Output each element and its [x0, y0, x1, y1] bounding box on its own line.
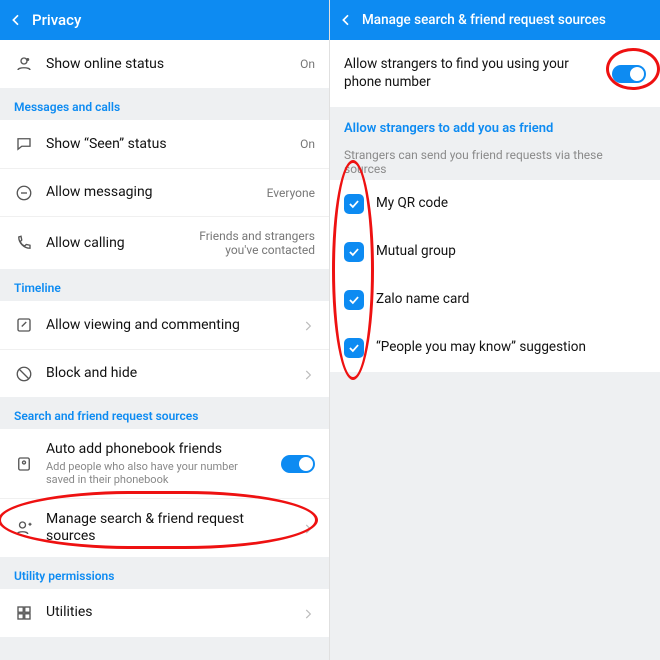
row-utilities[interactable]: Utilities — [0, 589, 329, 637]
manage-sources-panel: Manage search & friend request sources A… — [330, 0, 660, 660]
back-icon[interactable] — [8, 12, 24, 28]
chat-icon — [14, 134, 34, 154]
chevron-right-icon — [301, 521, 315, 535]
contacts-icon — [14, 454, 34, 474]
row-block-hide[interactable]: Block and hide — [0, 349, 329, 397]
source-label: My QR code — [376, 195, 646, 213]
auto-add-label: Auto add phonebook friends — [46, 441, 269, 458]
section-timeline: Timeline — [0, 271, 329, 301]
source-row-qr[interactable]: My QR code — [330, 180, 660, 228]
checkbox-namecard[interactable] — [344, 290, 364, 310]
chevron-right-icon — [301, 367, 315, 381]
source-label: Zalo name card — [376, 291, 646, 309]
checkbox-suggestion[interactable] — [344, 338, 364, 358]
row-allow-calling[interactable]: Allow calling Friends and strangers you'… — [0, 216, 329, 269]
source-label: “People you may know” suggestion — [376, 339, 646, 357]
chevron-right-icon — [301, 606, 315, 620]
edit-icon — [14, 315, 34, 335]
section-add-friend: Allow strangers to add you as friend — [330, 107, 660, 138]
allow-find-label: Allow strangers to find you using your p… — [344, 56, 600, 91]
checkbox-qr[interactable] — [344, 194, 364, 214]
seen-status-label: Show “Seen” status — [46, 136, 288, 153]
sources-hint: Strangers can send you friend requests v… — [330, 138, 660, 180]
block-hide-label: Block and hide — [46, 365, 289, 382]
phone-icon — [14, 233, 34, 253]
section-messages-calls: Messages and calls — [0, 90, 329, 120]
page-title: Privacy — [32, 11, 81, 29]
source-label: Mutual group — [376, 243, 646, 261]
row-allow-find-phone[interactable]: Allow strangers to find you using your p… — [330, 40, 660, 107]
user-icon — [14, 54, 34, 74]
allow-messaging-label: Allow messaging — [46, 184, 255, 201]
back-icon[interactable] — [338, 12, 354, 28]
row-allow-messaging[interactable]: Allow messaging Everyone — [0, 168, 329, 216]
privacy-panel: Privacy Show online status On Messages a… — [0, 0, 330, 660]
message-icon — [14, 183, 34, 203]
allow-calling-value: Friends and strangers you've contacted — [195, 229, 315, 257]
block-icon — [14, 364, 34, 384]
seen-status-value: On — [300, 137, 315, 151]
chevron-right-icon — [301, 318, 315, 332]
allow-find-toggle[interactable] — [612, 65, 646, 83]
auto-add-sub: Add people who also have your number sav… — [46, 460, 269, 486]
viewing-commenting-label: Allow viewing and commenting — [46, 317, 289, 334]
privacy-header: Privacy — [0, 0, 329, 40]
allow-messaging-value: Everyone — [267, 186, 315, 200]
source-row-suggestion[interactable]: “People you may know” suggestion — [330, 324, 660, 372]
row-viewing-commenting[interactable]: Allow viewing and commenting — [0, 301, 329, 349]
row-online-status[interactable]: Show online status On — [0, 40, 329, 88]
utilities-label: Utilities — [46, 604, 289, 621]
online-status-label: Show online status — [46, 56, 288, 73]
row-auto-add-phonebook[interactable]: Auto add phonebook friends Add people wh… — [0, 429, 329, 498]
allow-calling-label: Allow calling — [46, 235, 183, 252]
manage-sources-header: Manage search & friend request sources — [330, 0, 660, 40]
manage-sources-label: Manage search & friend request sources — [46, 511, 289, 545]
section-search-sources: Search and friend request sources — [0, 399, 329, 429]
person-add-icon — [14, 518, 34, 538]
row-seen-status[interactable]: Show “Seen” status On — [0, 120, 329, 168]
row-manage-sources[interactable]: Manage search & friend request sources — [0, 498, 329, 557]
page-title: Manage search & friend request sources — [362, 12, 606, 28]
source-row-mutual[interactable]: Mutual group — [330, 228, 660, 276]
online-status-value: On — [300, 57, 315, 71]
source-row-namecard[interactable]: Zalo name card — [330, 276, 660, 324]
checkbox-mutual[interactable] — [344, 242, 364, 262]
grid-icon — [14, 603, 34, 623]
auto-add-toggle[interactable] — [281, 455, 315, 473]
section-utility: Utility permissions — [0, 559, 329, 589]
